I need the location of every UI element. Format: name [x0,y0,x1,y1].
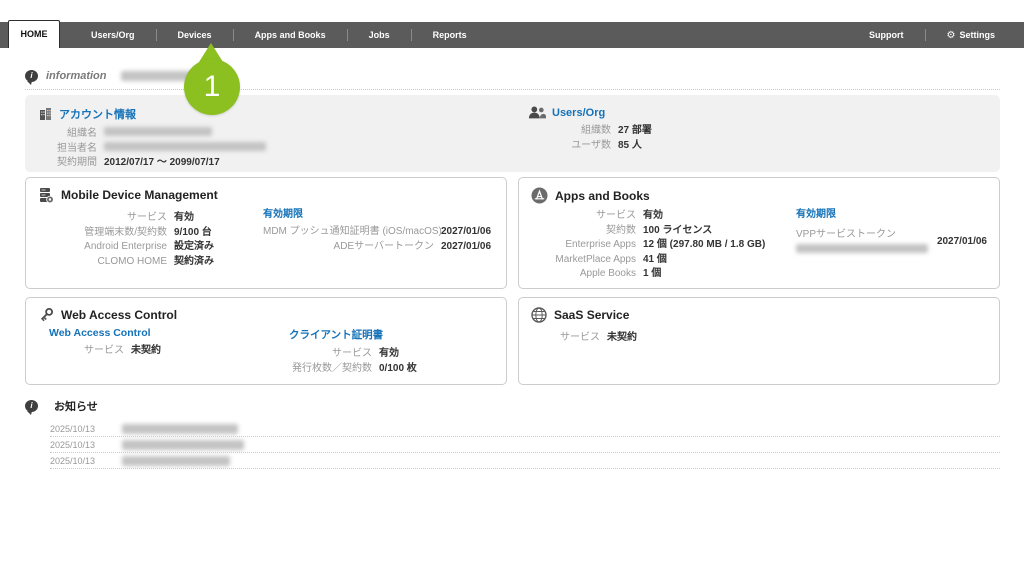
info-bubble-icon: i [25,69,38,85]
tab-users-org[interactable]: Users/Org [70,30,156,40]
ab-license-count-label: 契約数 [606,224,636,236]
news-item: 2025/10/13 [50,421,1000,437]
ade-server-token-expiry: 2027/01/06 [441,240,492,252]
mdm-device-count-label: 管理端末数/契約数 [84,226,167,238]
ab-apple-books-label: Apple Books [579,268,636,279]
account-contract-period-value: 2012/07/17 ～ 2099/07/17 [104,157,220,168]
news-item-date: 2025/10/13 [50,439,96,450]
support-link[interactable]: Support [848,30,925,40]
top-navbar: HOME Users/Org Devices Apps and Books Jo… [0,20,1024,48]
apps-books-card: Apps and Books サービス 有効 契約数 100 ライセンス Ent… [518,177,1000,289]
wac-service-value: 未契約 [131,345,161,356]
mdm-service-value: 有効 [174,212,194,223]
user-count-label: ユーザ数 [571,139,611,151]
ab-enterprise-apps-label: Enterprise Apps [565,239,636,250]
ab-marketplace-apps-label: MarketPlace Apps [555,253,636,265]
account-contact-value [104,141,266,156]
users-org-link[interactable]: Users/Org [552,107,605,119]
callout-step-badge: 1 [184,59,240,115]
saas-service-label: サービス [560,332,600,343]
ab-marketplace-apps-value: 41 個 [643,253,667,265]
mdm-service-label: サービス [127,212,167,223]
account-contract-period-label: 契約期間 [57,157,97,168]
gear-icon: ⚙ [946,29,956,41]
news-item-redacted-title[interactable] [122,439,244,450]
information-row: i information [25,62,1000,90]
org-count-value: 27 部署 [618,125,652,136]
mdm-expiry-link[interactable]: 有効期限 [263,205,491,220]
mdm-card-title: Mobile Device Management [61,188,218,202]
building-icon [40,108,51,120]
news-section: i お知らせ 2025/10/13 2025/10/13 2025/10/13 [25,398,1000,469]
account-summary-panel: アカウント情報 組織名 担当者名 契約期間 2012/07/17 ～ 2099/… [25,95,1000,172]
mdm-clomo-home-label: CLOMO HOME [97,255,167,267]
settings-label: Settings [959,30,995,40]
users-icon [528,106,546,119]
news-title: お知らせ [54,401,98,413]
tab-devices[interactable]: Devices [157,30,233,40]
cert-service-value: 有効 [379,348,399,359]
account-org-name-label: 組織名 [67,128,97,139]
account-contact-label: 担当者名 [57,142,97,154]
news-item: 2025/10/13 [50,453,1000,469]
client-cert-link[interactable]: クライアント証明書 [289,327,417,342]
apps-books-card-title: Apps and Books [555,188,650,203]
tab-apps-and-books[interactable]: Apps and Books [234,30,347,40]
key-icon [40,307,54,322]
saas-service-value: 未契約 [607,332,637,343]
ab-service-label: サービス [596,210,636,221]
mdm-clomo-home-value: 契約済み [174,255,214,267]
mdm-android-enterprise-value: 設定済み [174,241,214,252]
web-access-card-title: Web Access Control [61,308,178,322]
mdm-device-count-value: 9/100 台 [174,226,212,238]
account-info-link[interactable]: アカウント情報 [59,106,136,122]
web-access-control-link[interactable]: Web Access Control [49,327,161,339]
user-count-value: 85 人 [618,139,642,151]
settings-link[interactable]: ⚙ Settings [926,30,1016,41]
ab-expiry-link[interactable]: 有効期限 [796,205,928,220]
news-item-redacted-title[interactable] [122,455,230,466]
ab-service-value: 有効 [643,210,663,221]
saas-card-title: SaaS Service [554,308,630,322]
vpp-token-expiry: 2027/01/06 [936,236,987,247]
cert-issued-count-label: 発行枚数／契約数 [292,362,372,374]
ab-apple-books-value: 1 個 [643,268,662,279]
news-item-redacted-title[interactable] [122,423,238,434]
ade-server-token-label: ADEサーバートークン [333,240,434,252]
mdm-push-cert-expiry: 2027/01/06 [441,226,492,237]
ab-enterprise-apps-value: 12 個 (297.80 MB / 1.8 GB) [643,239,766,250]
news-item: 2025/10/13 [50,437,1000,453]
org-count-label: 組織数 [581,125,611,136]
cert-service-label: サービス [332,348,372,359]
account-org-name-value [104,127,266,141]
vpp-token-redacted [796,244,928,253]
cert-issued-count-value: 0/100 枚 [379,362,417,374]
ab-license-count-value: 100 ライセンス [643,224,713,236]
vpp-token-label: VPPサービストークン [796,229,897,240]
mdm-device-icon [40,188,54,203]
news-item-date: 2025/10/13 [50,455,96,466]
appstore-icon [531,187,548,204]
news-bubble-icon: i [25,400,38,415]
mdm-push-cert-label: MDM プッシュ通知証明書 (iOS/macOS) [263,226,442,237]
tab-reports[interactable]: Reports [412,30,488,40]
globe-icon [531,307,547,323]
information-label: information [46,69,107,82]
mdm-android-enterprise-label: Android Enterprise [84,241,167,252]
web-access-card: Web Access Control Web Access Control サー… [25,297,507,385]
information-redacted-text [120,70,195,81]
tab-home[interactable]: HOME [8,20,60,48]
saas-card: SaaS Service サービス 未契約 [518,297,1000,385]
tab-jobs[interactable]: Jobs [348,30,411,40]
mdm-card: Mobile Device Management サービス 有効 管理端末数/契… [25,177,507,289]
news-item-date: 2025/10/13 [50,423,96,434]
wac-service-label: サービス [84,345,124,356]
